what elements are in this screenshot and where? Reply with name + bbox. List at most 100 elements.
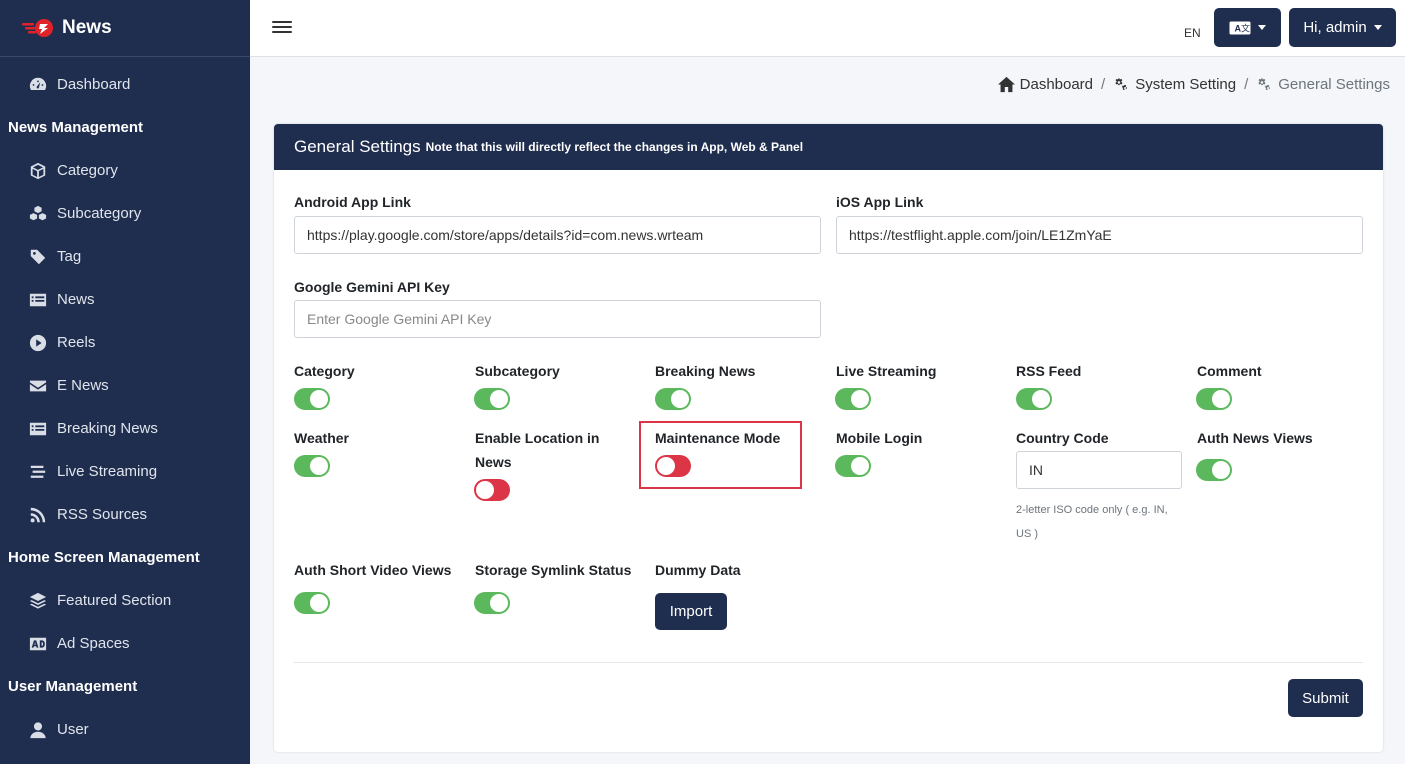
breadcrumb: Dashboard / System Setting / General Set…: [997, 76, 1390, 93]
comment-toggle-label: Comment: [1197, 363, 1262, 379]
breadcrumb-separator: /: [1244, 76, 1249, 93]
topbar: EN A文 Hi, admin: [250, 0, 1405, 57]
sidebar-item-news[interactable]: News: [0, 278, 250, 321]
breaking-news-toggle-label: Breaking News: [655, 363, 756, 379]
sidebar-item-live-streaming[interactable]: Live Streaming: [0, 450, 250, 493]
gemini-api-key-label: Google Gemini API Key: [294, 279, 450, 295]
submit-button[interactable]: Submit: [1288, 679, 1363, 717]
sidebar-item-label: Tag: [57, 248, 82, 265]
enable-location-toggle-label: Enable Location in: [475, 430, 600, 446]
auth-short-video-views-toggle-label: Auth Short Video Views: [294, 562, 452, 578]
brand[interactable]: News: [0, 0, 250, 57]
live-streaming-toggle[interactable]: [835, 388, 871, 410]
gears-icon: [1258, 77, 1271, 91]
breaking-news-toggle[interactable]: [655, 388, 691, 410]
language-code: EN: [1184, 26, 1201, 40]
breadcrumb-dashboard-label: Dashboard: [1019, 76, 1094, 93]
cubes-icon: [28, 204, 48, 224]
sidebar-item-label: Category: [57, 162, 118, 179]
auth-news-views-toggle-label: Auth News Views: [1197, 430, 1313, 446]
sidebar-item-e-news[interactable]: E News: [0, 364, 250, 407]
sidebar-item-reels[interactable]: Reels: [0, 321, 250, 364]
dummy-data-label: Dummy Data: [655, 562, 741, 578]
country-code-help: 2-letter ISO code only ( e.g. IN, US ): [1016, 498, 1186, 546]
sidebar-item-breaking-news[interactable]: Breaking News: [0, 407, 250, 450]
envelope-icon: [28, 376, 48, 396]
import-button[interactable]: Import: [655, 593, 727, 630]
user-menu-label: Hi, admin: [1303, 19, 1367, 36]
sidebar-item-label: E News: [57, 377, 109, 394]
gauge-icon: [28, 75, 48, 95]
sidebar-item-dashboard[interactable]: Dashboard: [0, 63, 250, 106]
sidebar-item-featured-section[interactable]: Featured Section: [0, 579, 250, 622]
country-code-input[interactable]: [1016, 451, 1182, 489]
country-code-help-line1: 2-letter ISO code only ( e.g. IN,: [1016, 504, 1168, 516]
gemini-api-key-input[interactable]: [294, 300, 821, 338]
sidebar-item-label: Dashboard: [57, 76, 131, 93]
android-app-link-input[interactable]: [294, 216, 821, 254]
sidebar-item-label: Breaking News: [57, 420, 158, 437]
sidebar-item-label: Subcategory: [57, 205, 142, 222]
android-app-link-label: Android App Link: [294, 194, 411, 210]
breadcrumb-general-settings: General Settings: [1256, 76, 1390, 93]
live-streaming-toggle-label: Live Streaming: [836, 363, 937, 379]
enable-location-toggle-label-line2: News: [475, 454, 512, 470]
sidebar-item-label: News: [57, 291, 95, 308]
storage-symlink-toggle[interactable]: [474, 592, 510, 614]
sidebar-item-category[interactable]: Category: [0, 149, 250, 192]
enable-location-toggle[interactable]: [474, 479, 510, 501]
weather-toggle[interactable]: [294, 455, 330, 477]
auth-short-video-views-toggle[interactable]: [294, 592, 330, 614]
country-code-help-line2: US ): [1016, 528, 1038, 540]
play-circle-icon: [28, 333, 48, 353]
sidebar-item-label: Featured Section: [57, 592, 172, 609]
breadcrumb-separator: /: [1101, 76, 1106, 93]
menu-toggle-icon[interactable]: [272, 18, 292, 38]
rss-feed-toggle-label: RSS Feed: [1016, 363, 1082, 379]
sidebar-item-tag[interactable]: Tag: [0, 235, 250, 278]
subcategory-toggle[interactable]: [474, 388, 510, 410]
form-divider: [294, 662, 1363, 663]
category-toggle[interactable]: [294, 388, 330, 410]
rss-feed-toggle[interactable]: [1016, 388, 1052, 410]
maintenance-mode-toggle[interactable]: [655, 455, 691, 477]
language-dropdown-button[interactable]: A文: [1214, 8, 1281, 47]
list-alt-icon: [28, 290, 48, 310]
auth-news-views-toggle[interactable]: [1196, 459, 1232, 481]
comment-toggle[interactable]: [1196, 388, 1232, 410]
card-header: General Settings Note that this will dir…: [274, 124, 1383, 170]
user-menu-button[interactable]: Hi, admin: [1289, 8, 1396, 47]
sidebar-item-user[interactable]: User: [0, 708, 250, 751]
breadcrumb-system-setting[interactable]: System Setting: [1113, 76, 1236, 93]
sidebar-item-rss-sources[interactable]: RSS Sources: [0, 493, 250, 536]
sidebar-item-label: RSS Sources: [57, 506, 148, 523]
newspaper-icon: [28, 419, 48, 439]
weather-toggle-label: Weather: [294, 430, 349, 446]
brand-name: News: [62, 17, 112, 38]
section-header-user-management: User Management: [8, 678, 138, 695]
breadcrumb-dashboard[interactable]: Dashboard: [997, 76, 1094, 93]
rss-icon: [28, 505, 48, 525]
brand-logo-icon: [22, 19, 53, 37]
subcategory-toggle-label: Subcategory: [475, 363, 560, 379]
sidebar: News Dashboard News Management Category …: [0, 0, 250, 764]
stream-icon: [28, 462, 48, 482]
card-title: General Settings: [294, 137, 421, 156]
sidebar-item-subcategory[interactable]: Subcategory: [0, 192, 250, 235]
tag-icon: [28, 247, 48, 267]
ios-app-link-input[interactable]: [836, 216, 1363, 254]
translate-icon: A文: [1229, 21, 1251, 34]
sidebar-item-label: Reels: [57, 334, 96, 351]
country-code-label: Country Code: [1016, 430, 1109, 446]
maintenance-mode-toggle-label: Maintenance Mode: [655, 430, 781, 446]
breadcrumb-system-setting-label: System Setting: [1135, 76, 1237, 93]
category-toggle-label: Category: [294, 363, 355, 379]
section-header-home-screen-management: Home Screen Management: [8, 549, 200, 566]
home-icon: [997, 76, 1015, 93]
sidebar-item-ad-spaces[interactable]: Ad Spaces: [0, 622, 250, 665]
mobile-login-toggle-label: Mobile Login: [836, 430, 923, 446]
chevron-down-icon: [1258, 25, 1266, 30]
mobile-login-toggle[interactable]: [835, 455, 871, 477]
card-note: Note that this will directly reflect the…: [425, 140, 804, 154]
ios-app-link-label: iOS App Link: [836, 194, 924, 210]
